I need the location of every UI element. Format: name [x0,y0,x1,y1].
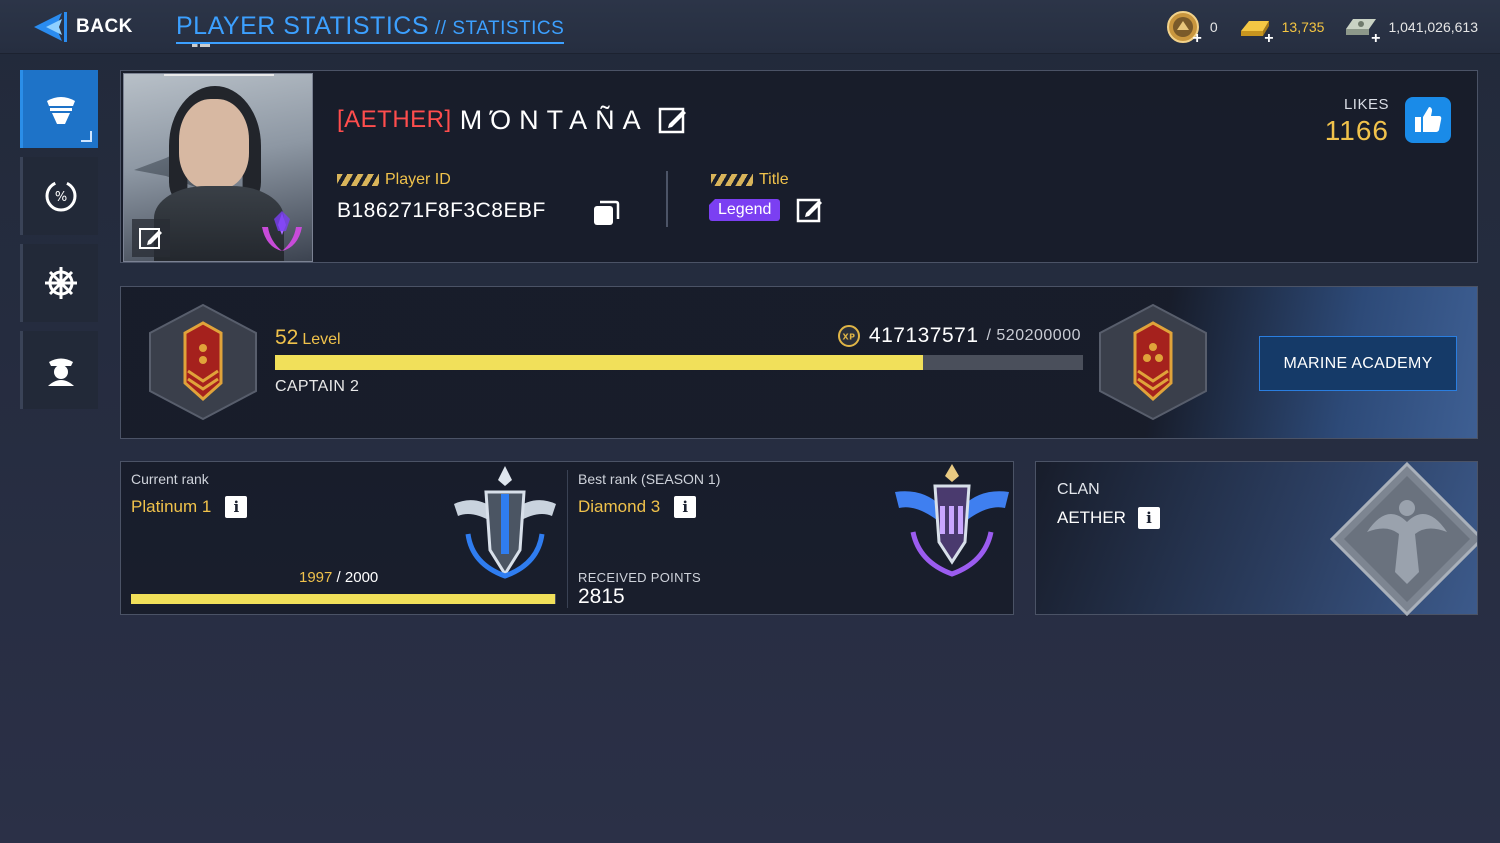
title-underline-marker [192,44,210,47]
best-rank-label: Best rank (SEASON 1) [578,471,721,487]
received-points-value: 2815 [578,585,625,608]
cash-amount: 1,041,026,613 [1388,19,1478,35]
xp-current: 417137571 [868,324,979,347]
back-button[interactable]: BACK [32,10,133,44]
level-word: Level [302,331,341,348]
percent-gauge-icon: % [45,180,76,212]
add-gold-icon: + [1264,30,1274,47]
player-name-row: [AETHER] MΌNTAÑA [337,104,689,136]
player-id-label-text: Player ID [385,171,451,188]
likes-label: LIKES [1343,96,1389,113]
current-rank-info-icon[interactable]: i [225,496,248,518]
medal-amount: 0 [1209,19,1218,35]
current-rank: Platinum 1 i [131,496,248,518]
profile-divider [666,171,668,227]
sidebar-tab-ships[interactable] [20,244,98,322]
sidebar-tab-profile[interactable] [20,70,98,148]
edit-avatar-button[interactable] [132,219,170,257]
clan-label: CLAN [1057,481,1100,498]
clan-name-value: AETHER [1057,508,1126,527]
level-number: 52 Level [275,326,341,350]
level-progress-fill [275,355,924,370]
best-rank: Diamond 3 i [578,496,697,518]
banknotes-icon: + [1342,8,1381,47]
diamond-rank-emblem-icon [895,464,1009,577]
clan-panel[interactable]: CLAN AETHER i [1035,461,1478,616]
thumbs-up-icon [1415,107,1442,132]
rank-progress-text: 1997 / 2000 [299,569,378,586]
stripes-decoration [711,174,753,186]
received-points-label: RECEIVED POINTS [578,570,701,585]
edit-icon [139,228,162,249]
top-bar: BACK PLAYER STATISTICS // STATISTICS + 0 … [0,0,1500,54]
gold-bar-icon: + [1236,8,1274,47]
rank-progress-fill [131,594,556,604]
eagle-clan-emblem-icon [1329,462,1477,616]
sidebar-tab-captains[interactable] [20,331,98,409]
avatar[interactable] [123,73,313,262]
officer-cap-icon [46,97,75,124]
page-title-text: PLAYER STATISTICS [176,12,429,40]
copy-id-button[interactable] [591,198,621,233]
add-medal-icon: + [1192,30,1202,47]
xp-max: / 520200000 [986,327,1081,344]
clan-tag: [AETHER] [337,106,452,133]
laurel-crest-icon [262,211,302,251]
ship-wheel-icon [44,267,77,299]
back-label: BACK [76,16,133,37]
player-name: MΌNTAÑA [459,104,649,135]
xp-icon: XP [837,325,860,347]
currency-gold[interactable]: + 13,735 [1236,8,1325,47]
rank-panel: Current rank Platinum 1 i 1997 / 2000 Be… [120,461,1014,615]
copy-icon [594,200,620,225]
rank-progress-value: 1997 [299,569,333,586]
svg-text:XP: XP [842,333,855,342]
edit-name-icon[interactable] [657,104,689,136]
captain-rank-name: CAPTAIN 2 [275,378,360,395]
stripes-decoration [337,174,379,186]
sidebar-tab-stats[interactable]: % [20,157,98,235]
page-subtitle: // STATISTICS [435,18,565,39]
clan-name: AETHER i [1057,507,1160,529]
clan-info-icon[interactable]: i [1137,507,1160,529]
edit-icon [796,198,822,223]
rank-divider [567,470,568,608]
next-rank-insignia-icon [1099,303,1207,421]
title-label-text: Title [759,171,789,188]
edit-title-button[interactable] [795,195,825,230]
captain-portrait-icon [47,358,74,386]
captain-rank-insignia-icon [149,303,257,421]
page-title: PLAYER STATISTICS // STATISTICS [176,12,565,44]
best-rank-info-icon[interactable]: i [674,496,697,518]
platinum-rank-emblem-icon [454,466,556,579]
currency-bar: + 0 + 13,735 + 1,041,026,613 [1164,8,1478,47]
gold-amount: 13,735 [1281,19,1325,35]
svg-text:%: % [54,190,66,205]
level-number-value: 52 [275,326,299,349]
current-rank-label: Current rank [131,471,209,487]
avatar-face [179,99,249,189]
like-button[interactable] [1405,97,1451,143]
level-panel: 52 Level XP 417137571 / 520200000 CAPTAIN… [120,286,1478,439]
xp-readout: XP 417137571 / 520200000 [837,324,1081,348]
avatar-top-strip [164,74,274,76]
sidebar: % [20,70,100,418]
rank-progress-bar [131,594,556,604]
title-badge: Legend [709,199,781,221]
currency-medal[interactable]: + 0 [1164,8,1218,47]
rank-progress-max: / 2000 [336,569,379,586]
likes-count: 1166 [1324,115,1389,146]
level-progress-bar [275,355,1083,370]
current-rank-value: Platinum 1 [131,497,212,516]
medal-coin-icon: + [1164,8,1202,47]
best-rank-value: Diamond 3 [578,497,661,516]
player-id-value: B186271F8F3C8EBF [337,199,546,222]
back-arrow-icon [34,12,67,42]
title-label: Title [711,171,789,189]
profile-panel: [AETHER] MΌNTAÑA Player ID B186271F8F3C8… [120,70,1478,263]
player-id-label: Player ID [337,171,451,189]
currency-cash[interactable]: + 1,041,026,613 [1342,8,1478,47]
add-cash-icon: + [1371,30,1381,47]
marine-academy-button[interactable]: MARINE ACADEMY [1259,336,1457,391]
